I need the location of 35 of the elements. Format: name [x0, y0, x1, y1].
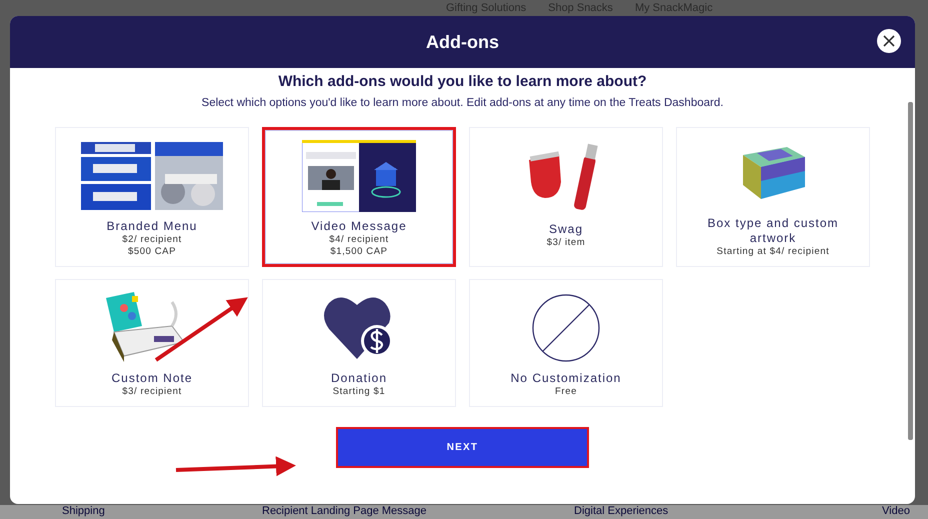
addon-card[interactable]: Custom Note $3/ recipient	[55, 279, 249, 407]
addon-price: $3/ recipient	[122, 386, 182, 398]
modal-heading: Which add-ons would you like to learn more about?	[278, 73, 647, 90]
addon-title: Video Message	[311, 219, 407, 234]
addon-card[interactable]: No Customization Free	[469, 279, 663, 407]
modal-subtitle: Select which options you'd like to learn more about. Edit add-ons at any time on the Treats Dashboard.	[202, 97, 724, 109]
section-tab[interactable]: Video	[882, 505, 910, 517]
addon-price: $3/ item	[546, 237, 586, 249]
close-button[interactable]	[877, 29, 901, 53]
addon-card[interactable]: Donation Starting $1	[262, 279, 456, 407]
next-button[interactable]: NEXT	[336, 427, 589, 468]
addon-price: Starting $1	[332, 386, 386, 398]
addon-price: $4/ recipient	[329, 234, 389, 246]
addon-price: $500 CAP	[128, 246, 176, 258]
modal-title: Add-ons	[426, 32, 499, 52]
addon-title: Donation	[330, 371, 388, 386]
addon-card[interactable]: Box type and custom artwork Starting at $4/ recipient	[676, 127, 870, 267]
addon-card[interactable]: Swag $3/ item	[469, 127, 663, 267]
addon-title: No Customization	[510, 371, 622, 386]
section-tab[interactable]: Digital Experiences	[574, 505, 668, 517]
addon-price: $1,500 CAP	[330, 246, 388, 258]
no-symbol-icon	[532, 294, 600, 362]
section-tab[interactable]: Recipient Landing Page Message	[262, 505, 427, 517]
addon-title: Branded Menu	[106, 219, 198, 234]
addon-title: Box type and custom artwork	[706, 216, 840, 246]
addon-title: Custom Note	[111, 371, 193, 386]
addon-price: Starting at $4/ recipient	[716, 246, 830, 258]
close-icon	[883, 35, 895, 47]
addon-price: $2/ recipient	[122, 234, 182, 246]
addon-card[interactable]: Branded Menu $2/ recipient $500 CAP	[55, 127, 249, 267]
section-tab[interactable]: Shipping	[62, 505, 105, 517]
scrollbar-thumb[interactable]	[908, 102, 913, 440]
addon-price: Free	[555, 386, 577, 398]
addon-title: Swag	[548, 222, 584, 237]
addon-card[interactable]: Video Message $4/ recipient $1,500 CAP	[262, 127, 456, 267]
